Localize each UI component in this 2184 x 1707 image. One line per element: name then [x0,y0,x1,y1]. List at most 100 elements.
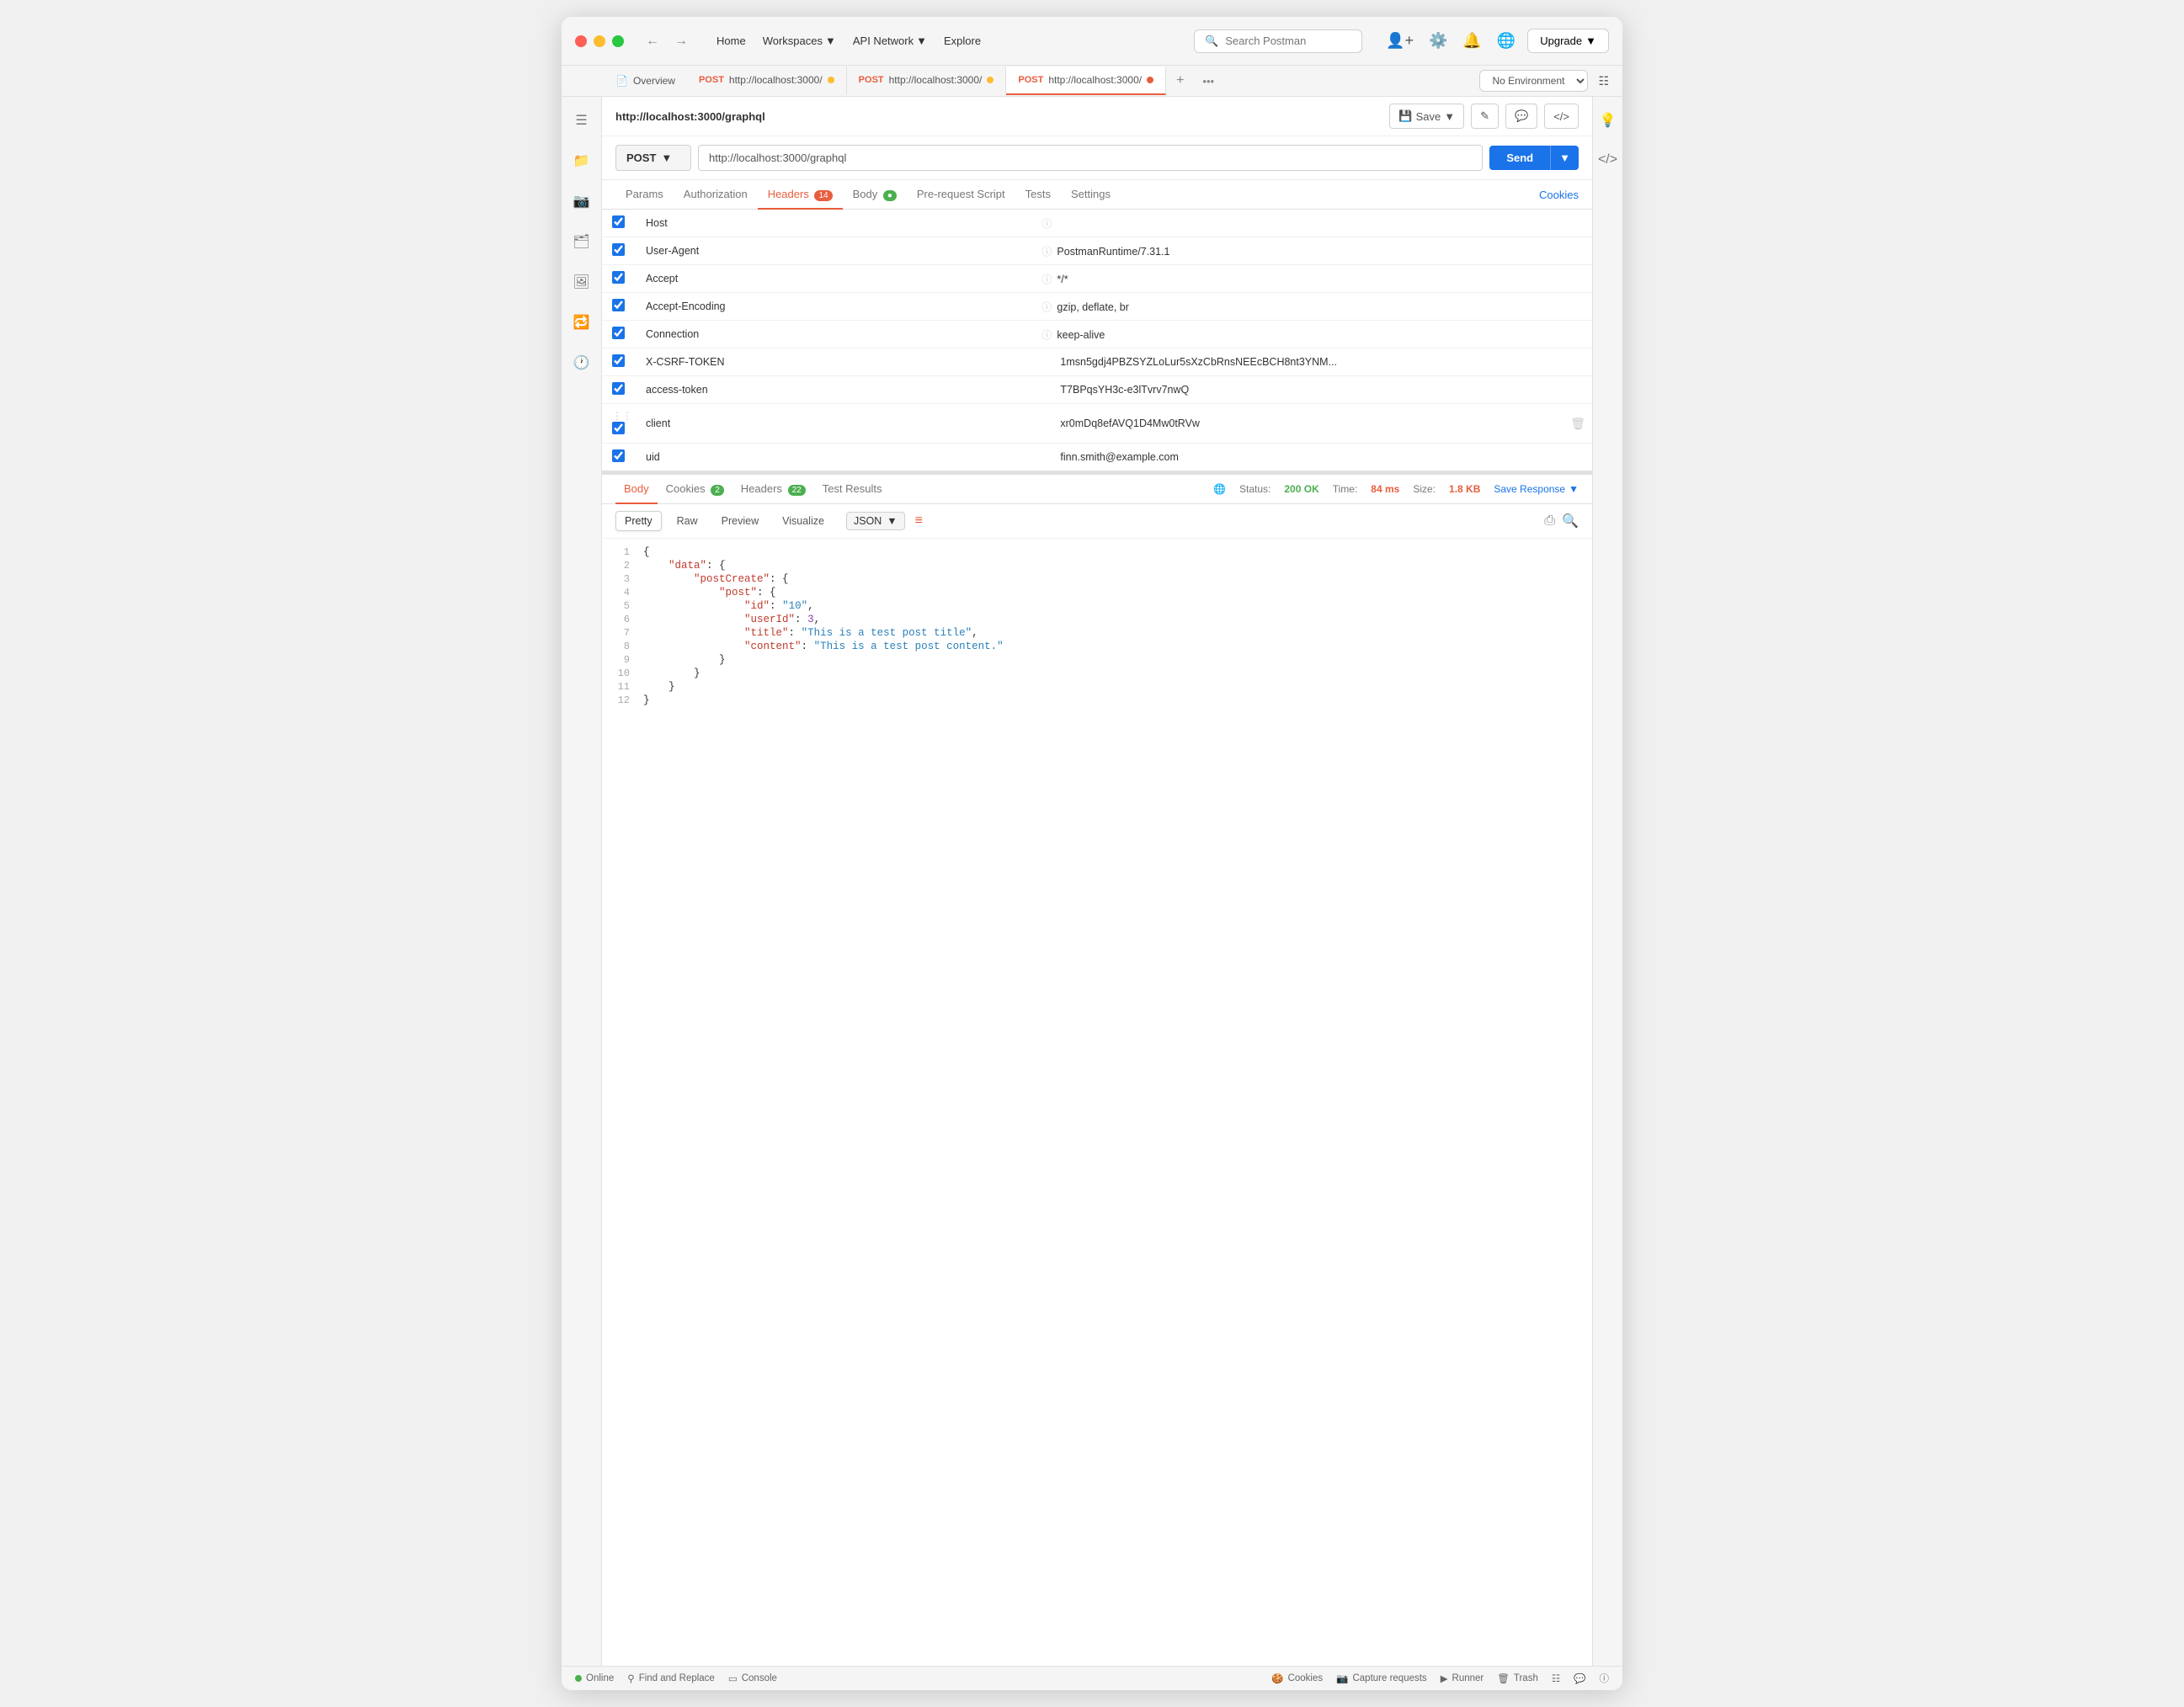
header-checkbox[interactable] [612,354,625,367]
code-line: 9 } [602,653,1592,667]
add-tab-button[interactable]: + [1166,66,1194,96]
sidebar-history-icon[interactable]: 🕐 [568,349,595,376]
search-input[interactable] [1225,35,1351,47]
copy-button[interactable]: ⎙ [1544,513,1555,529]
header-checkbox[interactable] [612,422,625,434]
save-response-button[interactable]: Save Response ▼ [1494,483,1579,495]
resp-pretty-tab[interactable]: Pretty [615,511,662,531]
workspaces-link[interactable]: Workspaces ▼ [756,31,843,51]
header-checkbox[interactable] [612,271,625,284]
resp-tab-body[interactable]: Body [615,475,658,504]
header-value: ⓘgzip, deflate, br [1035,293,1545,321]
save-button[interactable]: 💾 Save ▼ [1389,104,1464,129]
tab-headers[interactable]: Headers 14 [758,180,843,210]
info-icon[interactable]: ⓘ [1041,329,1052,341]
sidebar-collections-icon[interactable]: 📁 [568,147,595,174]
chat-icon[interactable]: 💬 [1574,1672,1585,1684]
tab-pre-request[interactable]: Pre-request Script [907,180,1015,210]
tab-request-3[interactable]: POST http://localhost:3000/ [1006,66,1166,95]
tab-tests[interactable]: Tests [1015,180,1061,210]
environment-select[interactable]: No Environment [1479,70,1588,92]
online-status[interactable]: Online [575,1673,614,1683]
settings-icon[interactable]: ⚙️ [1425,29,1451,53]
console-button[interactable]: ▭ Console [728,1672,777,1684]
header-checkbox[interactable] [612,299,625,311]
environment-icon[interactable]: ☷ [1595,71,1612,92]
info-icon[interactable]: ⓘ [1041,246,1052,258]
header-actions [1545,237,1592,265]
header-key: Host [639,210,1035,237]
home-link[interactable]: Home [710,31,753,51]
edit-button[interactable]: ✎ [1471,104,1499,129]
tab-authorization[interactable]: Authorization [674,180,758,210]
tab-params[interactable]: Params [615,180,674,210]
resp-preview-tab[interactable]: Preview [713,512,767,530]
back-button[interactable]: ← [641,32,664,51]
tab-overview[interactable]: 📄 Overview [604,67,687,94]
right-sidebar-icon-light[interactable]: 💡 [1595,107,1622,134]
cookies-link[interactable]: Cookies [1539,181,1579,209]
comment-button[interactable]: 💬 [1505,104,1537,129]
explore-link[interactable]: Explore [937,31,988,51]
avatar-icon[interactable]: 🌐 [1494,29,1519,53]
tab-request-2[interactable]: POST http://localhost:3000/ [847,66,1007,95]
upgrade-button[interactable]: Upgrade ▼ [1527,29,1609,53]
tab-request-1[interactable]: POST http://localhost:3000/ [687,66,847,95]
runner-button[interactable]: ▶ Runner [1441,1672,1484,1684]
info-icon[interactable]: ⓘ [1041,301,1052,313]
save-label: Save [1416,110,1441,123]
more-tabs-button[interactable]: ••• [1194,67,1223,95]
send-dropdown-button[interactable]: ▼ [1550,146,1579,170]
sidebar-image-icon[interactable]: 🖼 [567,269,594,295]
header-checkbox[interactable] [612,382,625,395]
forward-button[interactable]: → [669,32,693,51]
method-select[interactable]: POST ▼ [615,145,691,171]
header-key: User-Agent [639,237,1035,265]
drag-handle-icon[interactable]: ⋮⋮ [612,410,632,422]
right-sidebar-icon-edit[interactable]: </> [1593,147,1622,173]
search-bar[interactable]: 🔍 [1194,29,1362,53]
resp-tab-headers[interactable]: Headers 22 [732,475,814,504]
resp-tab-test-results[interactable]: Test Results [814,475,891,504]
sidebar-new-request-icon[interactable]: ☰ [570,107,592,134]
header-checkbox[interactable] [612,215,625,228]
tab-settings[interactable]: Settings [1061,180,1121,210]
sidebar-environments-icon[interactable]: 🗂 [567,228,594,255]
find-replace-button[interactable]: ⚲ Find and Replace [627,1672,715,1684]
info-icon[interactable]: ⓘ [1041,274,1052,285]
invite-button[interactable]: 👤+ [1382,29,1417,53]
api-network-link[interactable]: API Network ▼ [846,31,934,51]
search-response-button[interactable]: 🔍 [1562,513,1579,529]
header-checkbox[interactable] [612,449,625,462]
tab-body[interactable]: Body ● [843,180,907,210]
close-button[interactable] [575,35,587,47]
code-button[interactable]: </> [1544,104,1579,129]
resp-raw-tab[interactable]: Raw [669,512,706,530]
info-icon[interactable]: ⓘ [1041,218,1052,230]
app-window: ← → Home Workspaces ▼ API Network ▼ Expl… [562,17,1622,1690]
minimize-button[interactable] [594,35,605,47]
format-selector[interactable]: JSON ▼ [846,512,905,530]
url-input[interactable] [698,145,1483,171]
sidebar-api-icon[interactable]: 📷 [568,188,595,215]
help-icon[interactable]: ⓘ [1600,1672,1610,1685]
send-button[interactable]: Send [1489,146,1550,170]
notifications-icon[interactable]: 🔔 [1459,29,1484,53]
header-value: ⓘ*/* [1035,265,1545,293]
capture-button[interactable]: 📷 Capture requests [1336,1672,1427,1684]
header-checkbox[interactable] [612,243,625,256]
delete-icon[interactable]: 🗑 [1570,417,1585,430]
grid-icon[interactable]: ☷ [1552,1672,1560,1684]
resp-visualize-tab[interactable]: Visualize [774,512,833,530]
maximize-button[interactable] [612,35,624,47]
cookies-status-button[interactable]: 🍪 Cookies [1271,1672,1323,1684]
sidebar-share-icon[interactable]: 🔁 [568,309,595,336]
resp-tab-cookies[interactable]: Cookies 2 [658,475,732,504]
table-row: User-Agent ⓘPostmanRuntime/7.31.1 [602,237,1592,265]
size-label: Size: [1413,483,1436,495]
line-number: 2 [602,559,640,572]
trash-button[interactable]: 🗑 Trash [1497,1672,1538,1684]
table-row: uid finn.smith@example.com [602,444,1592,471]
filter-icon[interactable]: ≡ [915,513,923,529]
header-checkbox[interactable] [612,327,625,339]
